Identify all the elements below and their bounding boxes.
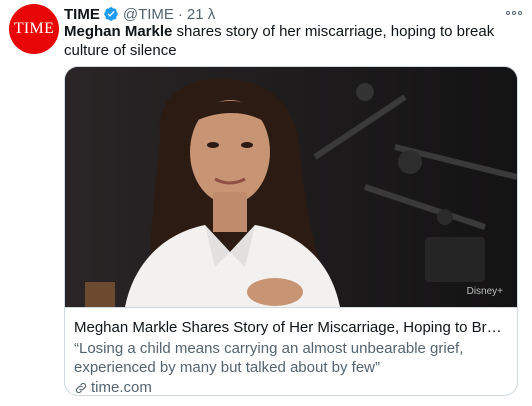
verified-badge-icon <box>104 7 118 21</box>
card-domain: time.com <box>74 378 508 396</box>
avatar[interactable]: TIME <box>9 4 59 54</box>
watermark: Disney+ <box>466 286 503 297</box>
timestamp[interactable]: 21 λ <box>187 6 215 23</box>
avatar-logo-text: TIME <box>13 20 55 37</box>
card-title: Meghan Markle Shares Story of Her Miscar… <box>74 319 508 336</box>
card-description: “Losing a child means carrying an almost… <box>74 340 464 376</box>
link-card[interactable]: Disney+ Meghan Markle Shares Story of He… <box>64 66 518 396</box>
card-domain-text: time.com <box>91 379 152 396</box>
tweet-bold-name: Meghan Markle <box>64 23 173 40</box>
account-handle[interactable]: @TIME <box>123 6 174 23</box>
interview-photo-icon <box>65 67 517 307</box>
link-icon <box>75 382 87 393</box>
separator-dot: · <box>177 5 183 23</box>
tweet-header: TIME @TIME · 21 λ <box>64 5 215 23</box>
display-name[interactable]: TIME <box>64 6 100 23</box>
card-body[interactable]: Meghan Markle Shares Story of Her Miscar… <box>65 307 517 395</box>
tweet-text: Meghan Markle shares story of her miscar… <box>64 22 524 60</box>
card-image[interactable]: Disney+ <box>65 67 517 307</box>
more-options-icon[interactable] <box>504 6 524 20</box>
